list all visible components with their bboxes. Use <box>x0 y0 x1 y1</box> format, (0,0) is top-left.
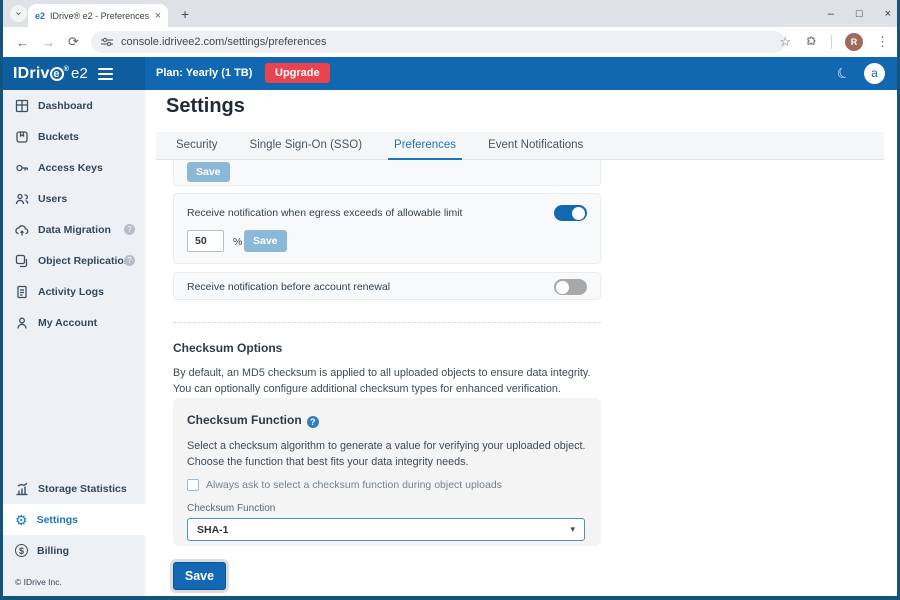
cloud-migration-icon <box>15 223 29 237</box>
browser-tab[interactable]: e2 IDrive® e2 - Preferences × <box>28 4 168 27</box>
scrolled-setting-card: Save <box>173 160 601 186</box>
settings-tabbar: Security Single Sign-On (SSO) Preference… <box>156 132 884 160</box>
browser-window: ⌄ e2 IDrive® e2 - Preferences × + – □ × … <box>3 0 897 596</box>
checksum-options-title: Checksum Options <box>173 341 282 355</box>
url-text: console.idrivee2.com/settings/preference… <box>121 36 326 48</box>
upgrade-button[interactable]: Upgrade <box>265 63 330 83</box>
help-badge-icon[interactable]: ? <box>124 255 135 266</box>
renewal-notification-card: Receive notification before account rene… <box>173 272 601 300</box>
sidebar-item-storage-statistics[interactable]: Storage Statistics <box>3 473 145 504</box>
sidebar-item-activity-logs[interactable]: Activity Logs <box>3 276 145 307</box>
refresh-icon[interactable]: ⟳ <box>68 34 79 50</box>
sidebar-item-buckets[interactable]: Buckets <box>3 121 145 152</box>
billing-dollar-icon: $ <box>15 544 28 557</box>
always-ask-label: Always ask to select a checksum function… <box>206 479 502 491</box>
dark-mode-moon-icon[interactable]: ☾ <box>834 63 853 84</box>
help-question-icon[interactable]: ? <box>307 416 319 428</box>
extensions-icon[interactable] <box>804 35 818 49</box>
browser-profile-avatar[interactable]: R <box>845 33 863 51</box>
egress-toggle[interactable] <box>554 205 587 221</box>
tab-search-icon[interactable]: ⌄ <box>10 5 27 22</box>
checksum-select-label: Checksum Function <box>187 503 587 514</box>
checksum-function-title: Checksum Function <box>187 413 302 427</box>
back-icon[interactable]: ← <box>16 35 29 50</box>
sidebar-item-access-keys[interactable]: Access Keys <box>3 152 145 183</box>
selected-checksum-value: SHA-1 <box>197 524 229 536</box>
tab-security[interactable]: Security <box>160 132 234 159</box>
document-icon <box>15 285 29 299</box>
sidebar-item-settings[interactable]: ⚙ Settings <box>3 504 145 535</box>
dashboard-icon <box>15 99 29 113</box>
select-caret-icon: ▾ <box>570 524 575 535</box>
hamburger-menu-icon[interactable] <box>98 65 113 83</box>
tab-title: IDrive® e2 - Preferences <box>50 11 150 21</box>
key-icon <box>15 161 29 175</box>
browser-tab-strip: ⌄ e2 IDrive® e2 - Preferences × + – □ × <box>3 0 897 27</box>
users-icon <box>15 192 29 206</box>
checksum-function-select[interactable]: SHA-1 ▾ <box>187 518 585 541</box>
page-title: Settings <box>166 95 245 118</box>
copyright-text: © IDrive Inc. <box>15 577 62 587</box>
sidebar-item-object-replication[interactable]: Object Replication ? <box>3 245 145 276</box>
bar-chart-icon <box>15 482 29 496</box>
sidebar-item-dashboard[interactable]: Dashboard <box>3 90 145 121</box>
minimize-button[interactable]: – <box>828 8 834 20</box>
section-divider <box>173 322 601 323</box>
address-bar[interactable]: console.idrivee2.com/settings/preference… <box>91 31 785 53</box>
egress-percent-input[interactable] <box>187 230 224 252</box>
renewal-label: Receive notification before account rene… <box>187 281 390 293</box>
sidebar: Dashboard Buckets Access Keys Users Data… <box>3 90 145 596</box>
always-ask-checkbox[interactable] <box>187 479 199 491</box>
plan-label: Plan: Yearly (1 TB) <box>156 67 252 79</box>
logo-zone: IDrive®e2 <box>3 57 145 90</box>
tab-event-notifications[interactable]: Event Notifications <box>472 132 599 159</box>
sidebar-item-data-migration[interactable]: Data Migration ? <box>3 214 145 245</box>
sidebar-item-billing[interactable]: $ Billing <box>3 535 145 566</box>
egress-notification-card: Receive notification when egress exceeds… <box>173 193 601 264</box>
sidebar-item-my-account[interactable]: My Account <box>3 307 145 338</box>
renewal-toggle[interactable] <box>554 279 587 295</box>
help-badge-icon[interactable]: ? <box>124 224 135 235</box>
site-info-icon[interactable] <box>101 37 113 47</box>
main-content: Settings Security Single Sign-On (SSO) P… <box>145 90 897 596</box>
checksum-function-description: Select a checksum algorithm to generate … <box>187 438 587 470</box>
checksum-function-card: Checksum Function? Select a checksum alg… <box>173 398 601 546</box>
checksum-save-button[interactable]: Save <box>173 562 226 590</box>
forward-icon[interactable]: → <box>42 35 55 50</box>
percent-unit-label: % <box>233 236 242 248</box>
egress-label: Receive notification when egress exceeds… <box>187 207 462 219</box>
browser-toolbar: ← → ⟳ console.idrivee2.com/settings/pref… <box>3 27 897 57</box>
egress-save-button[interactable]: Save <box>244 230 287 252</box>
idrive-e2-logo: IDrive®e2 <box>13 65 88 83</box>
sidebar-item-users[interactable]: Users <box>3 183 145 214</box>
gear-icon: ⚙ <box>15 513 28 527</box>
account-avatar[interactable]: a <box>864 63 885 84</box>
favicon: e2 <box>35 11 45 21</box>
save-button-disabled[interactable]: Save <box>187 162 230 182</box>
app-header: IDrive®e2 Plan: Yearly (1 TB) Upgrade ☾ … <box>3 57 897 90</box>
person-icon <box>15 316 29 330</box>
maximize-button[interactable]: □ <box>856 8 863 20</box>
window-close-button[interactable]: × <box>885 8 891 20</box>
checksum-options-description: By default, an MD5 checksum is applied t… <box>173 365 603 397</box>
tab-preferences[interactable]: Preferences <box>378 132 472 159</box>
new-tab-button[interactable]: + <box>181 6 189 22</box>
bookmark-star-icon[interactable]: ☆ <box>779 34 791 50</box>
tab-single-sign-on[interactable]: Single Sign-On (SSO) <box>234 132 379 159</box>
bucket-icon <box>15 130 29 144</box>
toolbar-divider <box>831 35 832 49</box>
replication-icon <box>15 254 29 268</box>
tab-close-icon[interactable]: × <box>155 10 161 22</box>
menu-kebab-icon[interactable]: ⋮ <box>876 34 889 50</box>
